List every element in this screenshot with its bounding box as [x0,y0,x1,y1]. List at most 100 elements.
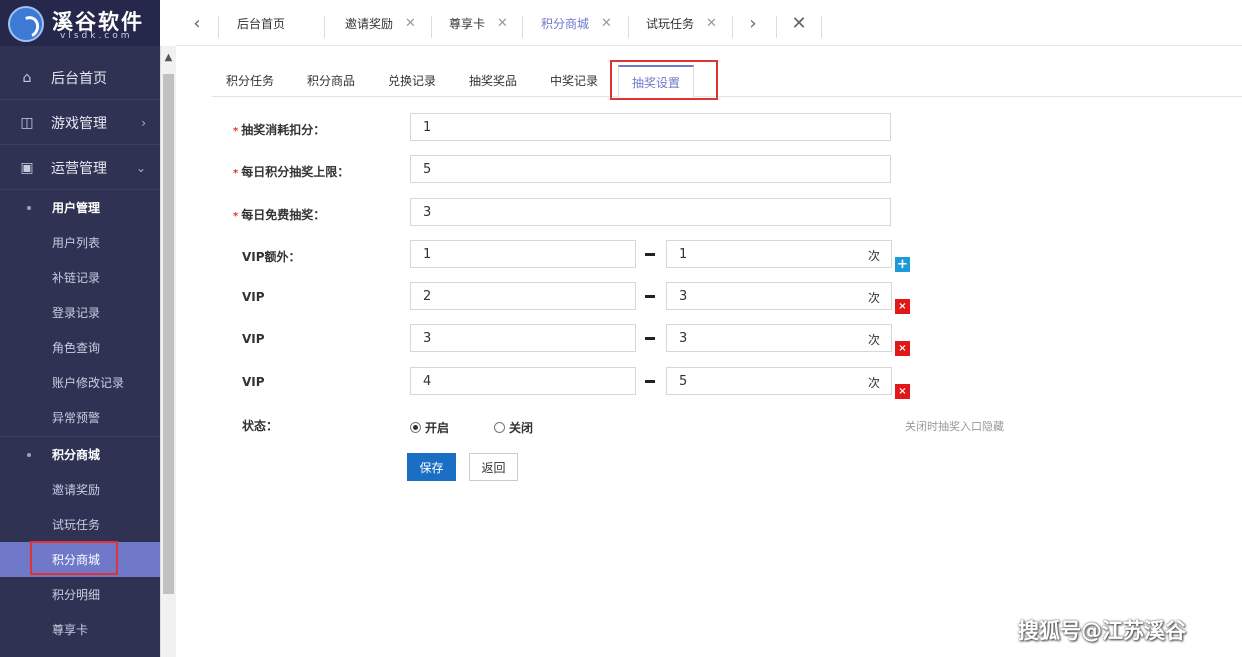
range-dash [645,380,655,383]
vip-level-input[interactable] [410,367,636,395]
vip-level-input[interactable] [410,282,636,310]
vip-level-input[interactable] [410,324,636,352]
daily-limit-label-text: 每日积分抽奖上限： [241,165,350,179]
cost-input[interactable] [410,113,891,141]
subtab-winning-records[interactable]: 中奖记录 [550,63,598,97]
vip-level-input[interactable] [410,240,636,268]
sidebar-item-operations[interactable]: ▣ 运营管理 ⌄ [0,146,160,190]
status-on-radio[interactable]: 开启 [410,419,449,436]
chevron-right-icon: › [141,115,146,130]
chevron-right-icon: › [749,12,757,34]
radio-checked-icon [410,422,421,433]
vip-count-input[interactable] [666,240,892,268]
close-icon: × [898,343,907,354]
sidebar-group-label: 用户管理 [52,201,101,215]
subtab-points-goods[interactable]: 积分商品 [307,63,355,97]
tab-divider [821,16,822,38]
status-off-radio[interactable]: 关闭 [494,419,533,436]
plus-icon: + [897,257,908,272]
tab-label: 尊享卡 [449,16,486,31]
close-icon[interactable]: ✕ [497,16,508,31]
daily-limit-input[interactable] [410,155,891,183]
sidebar-item-relink-records[interactable]: 补链记录 [0,260,160,295]
chart-icon: ▣ [20,159,34,176]
close-icon: ✕ [791,12,807,34]
cost-label: * 抽奖消耗扣分： [233,121,325,138]
chevron-left-icon: ‹ [193,12,201,34]
subtab-points-tasks[interactable]: 积分任务 [226,63,274,97]
cost-label-text: 抽奖消耗扣分： [241,123,326,137]
tab-points-mall[interactable]: 积分商城 ✕ [541,0,612,46]
sidebar-item-anomaly-alerts[interactable]: 异常预警 [0,400,160,435]
chevron-up-icon[interactable]: ▲ [161,52,176,66]
status-hint: 关闭时抽奖入口隐藏 [905,420,1004,433]
logo-mark-icon [8,6,44,42]
sidebar-item-label: 后台首页 [51,70,107,87]
delete-vip-row-button[interactable]: × [895,299,910,314]
sidebar-item-trial-tasks[interactable]: 试玩任务 [0,507,160,542]
free-daily-label: * 每日免费抽奖： [233,206,325,223]
sidebar-group-points-mall[interactable]: 积分商城 [0,437,160,472]
sidebar-scrollbar[interactable]: ▲ [160,46,176,657]
annotation-highlight-box [30,541,118,575]
tab-divider [628,16,629,38]
status-on-label: 开启 [425,421,450,435]
tab-invite-rewards[interactable]: 邀请奖励 ✕ [345,0,416,46]
close-icon: × [898,301,907,312]
sidebar-item-role-query[interactable]: 角色查询 [0,330,160,365]
vip-row-label: VIP [242,332,265,346]
sidebar-item-account-changes[interactable]: 账户修改记录 [0,365,160,400]
unit-label: 次 [868,333,881,347]
brand-logo: 溪谷软件 vlsdk.com [0,0,160,46]
sidebar-group-users[interactable]: 用户管理 [0,190,160,225]
status-off-label: 关闭 [509,421,534,435]
close-all-tabs-button[interactable]: ✕ [784,0,814,46]
sidebar-item-user-list[interactable]: 用户列表 [0,225,160,260]
close-icon[interactable]: ✕ [706,16,717,31]
sidebar-item-premium-card[interactable]: 尊享卡 [0,612,160,647]
watermark: 搜狐号@江苏溪谷 [1018,619,1186,643]
sidebar-item-games[interactable]: ◫ 游戏管理 › [0,101,160,145]
close-icon: × [898,386,907,397]
tab-divider [732,16,733,38]
tab-label: 邀请奖励 [345,16,394,31]
vip-row-label: VIP [242,375,265,389]
main-content: 积分任务 积分商品 兑换记录 抽奖奖品 中奖记录 抽奖设置 *抽奖消耗扣分： *… [176,47,1242,657]
close-icon[interactable]: ✕ [601,16,612,31]
sidebar-item-invite-rewards[interactable]: 邀请奖励 [0,472,160,507]
sidebar-item-login-records[interactable]: 登录记录 [0,295,160,330]
free-daily-label-text: 每日免费抽奖： [241,208,326,222]
tab-trial-tasks[interactable]: 试玩任务 ✕ [646,0,717,46]
vip-count-input[interactable] [666,367,892,395]
tab-home[interactable]: 后台首页 [237,0,285,46]
subtab-lottery-prizes[interactable]: 抽奖奖品 [469,63,517,97]
close-icon[interactable]: ✕ [405,16,416,31]
subtab-exchange-records[interactable]: 兑换记录 [388,63,436,97]
tab-label: 后台首页 [237,16,286,31]
sidebar-item-points-detail[interactable]: 积分明细 [0,577,160,612]
unit-label: 次 [868,291,881,305]
tab-label: 积分商城 [541,16,590,31]
back-button[interactable]: 返回 [469,453,518,481]
vip-row-label: VIP [242,290,265,304]
tab-prev-button[interactable]: ‹ [182,0,212,46]
delete-vip-row-button[interactable]: × [895,341,910,356]
add-vip-row-button[interactable]: + [895,257,910,272]
tab-divider [218,16,219,38]
range-dash [645,253,655,256]
range-dash [645,295,655,298]
page-tabbar: ‹ 后台首页 邀请奖励 ✕ 尊享卡 ✕ 积分商城 ✕ 试玩任务 ✕ › ✕ [176,0,1242,46]
gamepad-icon: ◫ [20,114,34,131]
annotation-highlight-box [610,60,718,100]
delete-vip-row-button[interactable]: × [895,384,910,399]
status-label: 状态： [242,419,279,433]
tab-next-button[interactable]: › [740,0,766,46]
brand-domain: vlsdk.com [60,31,133,41]
vip-count-input[interactable] [666,282,892,310]
sidebar-item-home[interactable]: ⌂ 后台首页 [0,56,160,100]
vip-count-input[interactable] [666,324,892,352]
tab-premium-card[interactable]: 尊享卡 ✕ [449,0,508,46]
free-daily-input[interactable] [410,198,891,226]
scrollbar-thumb[interactable] [163,74,174,594]
save-button[interactable]: 保存 [407,453,456,481]
